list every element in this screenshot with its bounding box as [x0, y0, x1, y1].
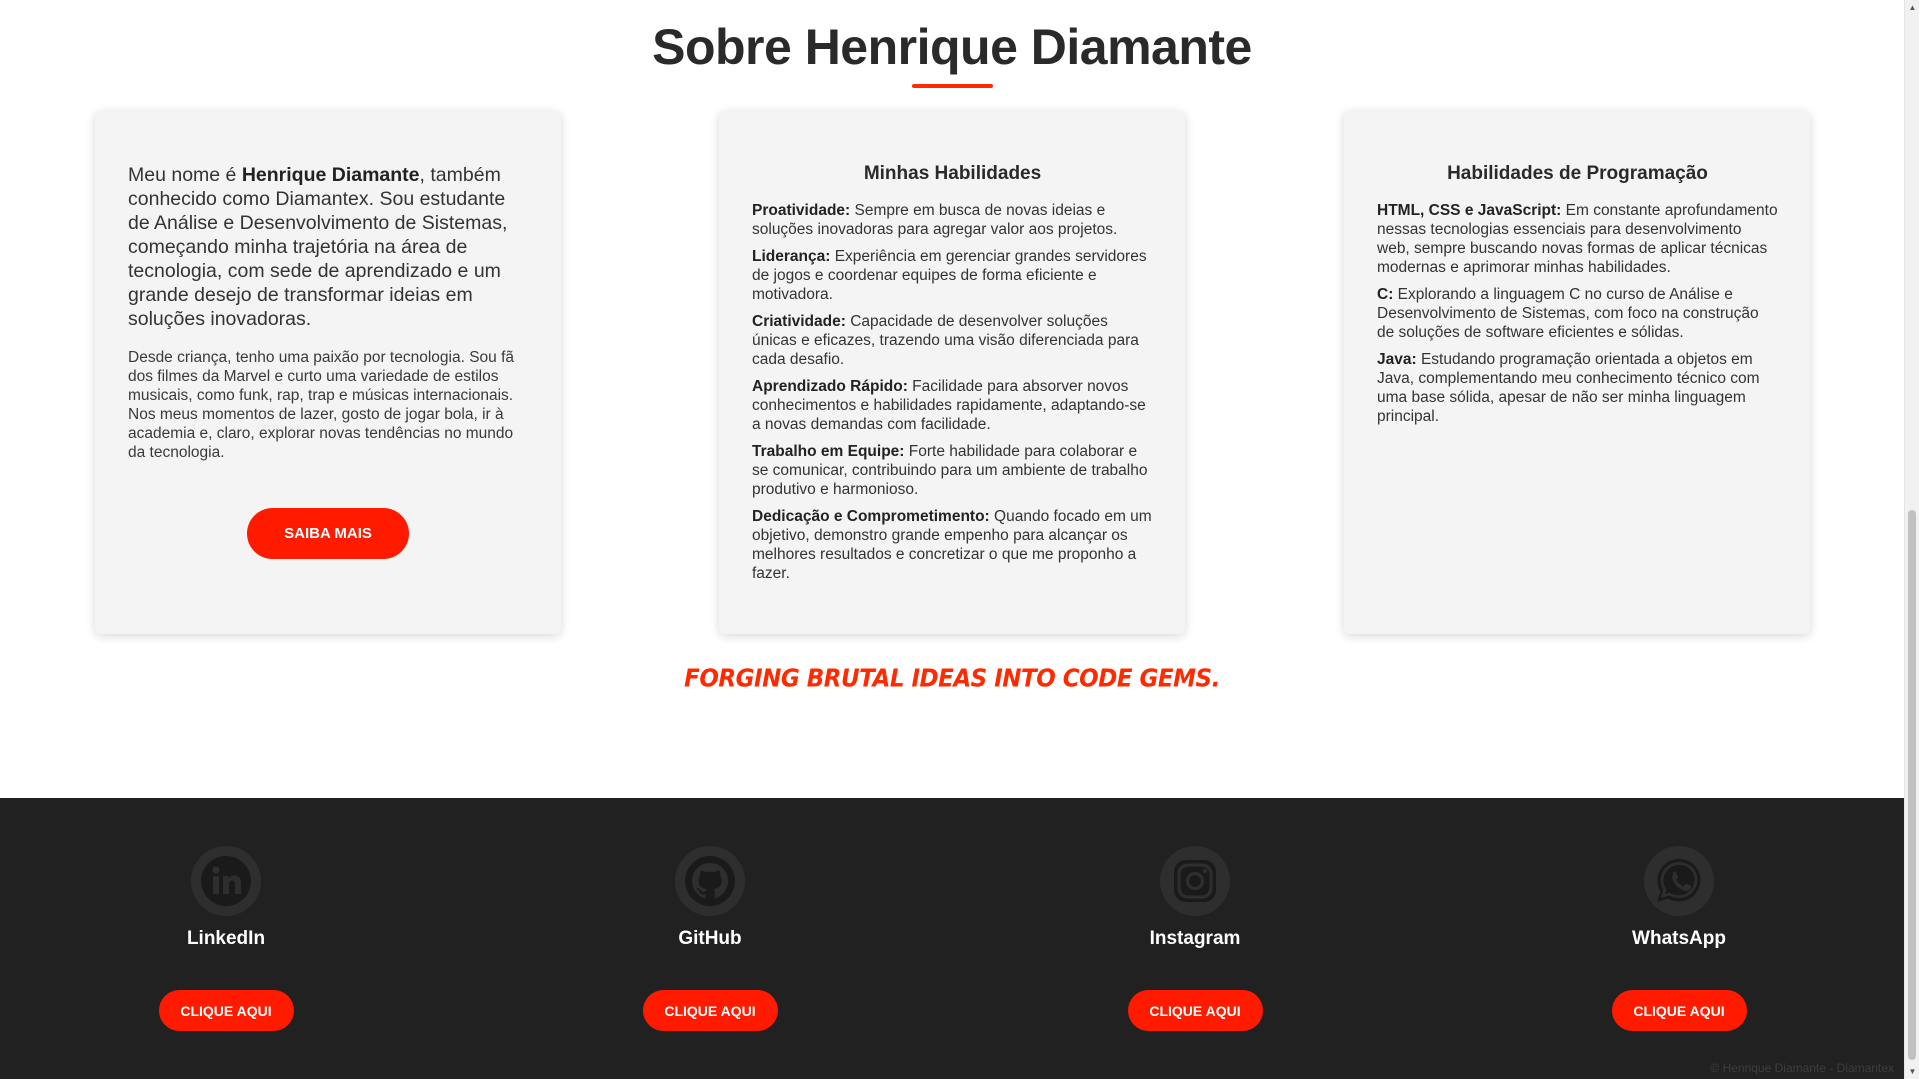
instagram-button[interactable]: CLIQUE AQUI	[1127, 990, 1263, 1031]
social-whatsapp: WhatsApp CLIQUE AQUI	[1579, 846, 1779, 1031]
skill-item: Liderança: Experiência em gerenciar gran…	[752, 247, 1153, 304]
github-icon[interactable]	[675, 846, 745, 916]
page-title: Sobre Henrique Diamante	[652, 19, 1252, 75]
footer: LinkedIn CLIQUE AQUI GitHub CLIQUE AQUI	[0, 798, 1904, 1079]
programming-title: C:	[1377, 286, 1394, 303]
social-label: Instagram	[1149, 928, 1241, 949]
skills-card: Minhas Habilidades Proatividade: Sempre …	[719, 111, 1185, 634]
about-section: Sobre Henrique Diamante Meu nome é Henri…	[0, 0, 1904, 798]
scroll-down-icon[interactable]: ▼	[1905, 1064, 1919, 1079]
skill-title: Proatividade:	[752, 202, 851, 219]
skills-heading: Minhas Habilidades	[863, 163, 1042, 184]
programming-title: HTML, CSS e JavaScript:	[1377, 202, 1562, 219]
page-viewport: Sobre Henrique Diamante Meu nome é Henri…	[0, 0, 1904, 1079]
saiba-mais-button[interactable]: SAIBA MAIS	[247, 508, 409, 559]
skill-title: Aprendizado Rápido:	[752, 378, 908, 395]
scroll-up-icon[interactable]: ▲	[1905, 0, 1919, 15]
intro-prefix: Meu nome é	[128, 164, 242, 186]
social-label: GitHub	[678, 928, 742, 949]
title-underline	[912, 84, 993, 88]
social-label: WhatsApp	[1632, 928, 1726, 949]
intro-card: Meu nome é Henrique Diamante, também con…	[95, 111, 561, 634]
skill-item: Aprendizado Rápido: Facilidade para abso…	[752, 377, 1153, 434]
vertical-scrollbar[interactable]: ▲ ▼	[1904, 0, 1919, 1079]
scrollbar-thumb[interactable]	[1908, 510, 1916, 1060]
whatsapp-button[interactable]: CLIQUE AQUI	[1611, 990, 1747, 1031]
intro-suffix: , também conhecido como Diamantex. Sou e…	[128, 164, 508, 330]
skill-title: Liderança:	[752, 248, 831, 265]
social-linkedin: LinkedIn CLIQUE AQUI	[126, 846, 326, 1031]
programming-item: Java: Estudando programação orientada a …	[1377, 350, 1778, 426]
skill-item: Trabalho em Equipe: Forte habilidade par…	[752, 442, 1153, 499]
skill-title: Trabalho em Equipe:	[752, 443, 905, 460]
programming-text: Explorando a linguagem C no curso de Aná…	[1377, 286, 1759, 341]
programming-item: C: Explorando a linguagem C no curso de …	[1377, 285, 1778, 342]
programming-text: Estudando programação orientada a objeto…	[1377, 351, 1760, 425]
intro-name: Henrique Diamante	[241, 164, 420, 186]
linkedin-icon[interactable]	[191, 846, 261, 916]
programming-card: Habilidades de Programação HTML, CSS e J…	[1344, 111, 1810, 634]
slogan: FORGING BRUTAL IDEAS INTO CODE GEMS.	[684, 664, 1220, 694]
programming-item: HTML, CSS e JavaScript: Em constante apr…	[1377, 201, 1778, 277]
intro-paragraph-2: Desde criança, tenho uma paixão por tecn…	[128, 349, 515, 461]
skill-item: Dedicação e Comprometimento: Quando foca…	[752, 507, 1153, 583]
copyright: © Henrique Diamante - Diamantex	[1710, 1061, 1894, 1075]
skill-item: Proatividade: Sempre em busca de novas i…	[752, 201, 1153, 239]
programming-heading: Habilidades de Programação	[1447, 163, 1708, 184]
programming-title: Java:	[1377, 351, 1417, 368]
social-instagram: Instagram CLIQUE AQUI	[1095, 846, 1295, 1031]
skill-item: Criatividade: Capacidade de desenvolver …	[752, 312, 1153, 369]
intro-paragraph: Meu nome é Henrique Diamante, também con…	[128, 163, 529, 331]
skill-title: Criatividade:	[752, 313, 846, 330]
linkedin-button[interactable]: CLIQUE AQUI	[158, 990, 294, 1031]
instagram-icon[interactable]	[1160, 846, 1230, 916]
github-button[interactable]: CLIQUE AQUI	[642, 990, 778, 1031]
whatsapp-icon[interactable]	[1644, 846, 1714, 916]
skill-title: Dedicação e Comprometimento:	[752, 508, 990, 525]
social-github: GitHub CLIQUE AQUI	[610, 846, 810, 1031]
social-label: LinkedIn	[186, 928, 266, 949]
